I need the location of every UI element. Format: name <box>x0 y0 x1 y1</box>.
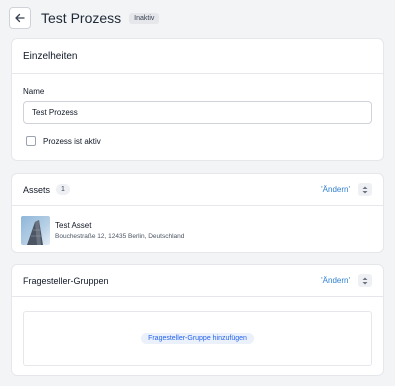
building-photo-icon <box>27 220 43 245</box>
active-checkbox-label[interactable]: Prozess ist aktiv <box>43 137 101 146</box>
active-checkbox[interactable] <box>26 136 36 146</box>
assets-heading: Assets <box>23 184 51 195</box>
details-card-header: Einzelheiten <box>12 39 383 74</box>
name-label: Name <box>23 87 45 96</box>
questioner-groups-card: Fragesteller-Gruppen 'Ändern' Fragestell… <box>11 264 384 376</box>
name-input[interactable] <box>23 101 372 124</box>
details-heading: Einzelheiten <box>23 50 78 62</box>
add-questioner-group-button[interactable]: Fragesteller-Gruppe hinzufügen <box>141 333 254 344</box>
questioner-groups-heading: Fragesteller-Gruppen <box>23 275 109 286</box>
assets-change-link[interactable]: 'Ändern' <box>321 185 350 194</box>
questioner-groups-sort-button[interactable] <box>358 274 372 287</box>
active-checkbox-row[interactable]: Prozess ist aktiv <box>26 136 101 146</box>
status-badge: Inaktiv <box>129 12 160 24</box>
sort-icon <box>362 186 368 193</box>
assets-sort-button[interactable] <box>358 183 372 196</box>
asset-name: Test Asset <box>55 221 92 230</box>
asset-address: Bouchestraße 12, 12435 Berlin, Deutschla… <box>55 233 185 240</box>
details-card: Einzelheiten Name Prozess ist aktiv <box>11 38 384 161</box>
page-header: Test Prozess Inaktiv <box>9 6 160 30</box>
sort-icon <box>362 277 368 284</box>
assets-count-badge: 1 <box>56 184 70 195</box>
page-title: Test Prozess <box>41 10 122 26</box>
questioner-groups-card-header: Fragesteller-Gruppen 'Ändern' <box>12 265 383 297</box>
asset-thumbnail <box>21 216 50 245</box>
questioner-groups-change-link[interactable]: 'Ändern' <box>321 276 350 285</box>
back-button[interactable] <box>9 7 31 29</box>
questioner-groups-empty-area: Fragesteller-Gruppe hinzufügen <box>23 311 372 366</box>
arrow-left-icon <box>15 13 25 23</box>
assets-card-header: Assets 1 'Ändern' <box>12 174 383 206</box>
asset-list-item[interactable]: Test Asset Bouchestraße 12, 12435 Berlin… <box>21 216 184 245</box>
assets-card: Assets 1 'Ändern' Test Asset Bouchestraß… <box>11 173 384 253</box>
